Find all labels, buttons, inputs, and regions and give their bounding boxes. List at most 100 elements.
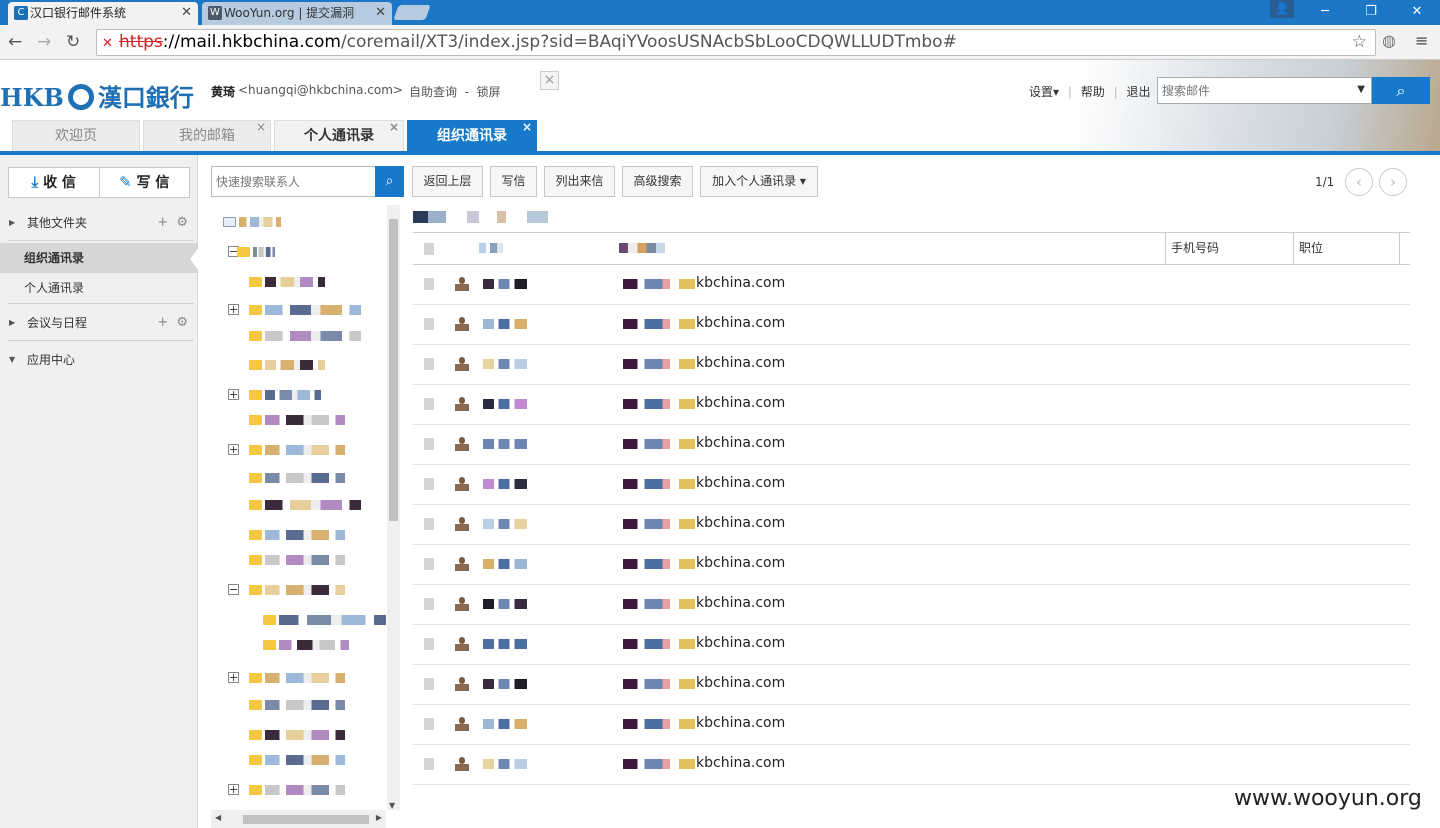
list-mail-button[interactable]: 列出来信: [544, 166, 615, 197]
tree-node-label-obscured[interactable]: [279, 615, 386, 625]
chevron-down-icon[interactable]: ▼: [1357, 84, 1365, 95]
mobile-column-header[interactable]: 手机号码: [1167, 233, 1219, 264]
table-row[interactable]: kbchina.com: [413, 545, 1410, 585]
tab-org-contacts[interactable]: 组织通讯录 ×: [407, 120, 537, 151]
row-checkbox[interactable]: [424, 318, 434, 330]
back-arrow-icon[interactable]: ←: [8, 32, 22, 52]
contact-email-domain[interactable]: kbchina.com: [696, 715, 785, 731]
maximize-icon[interactable]: ❐: [1348, 0, 1394, 25]
tab-my-mailbox[interactable]: 我的邮箱 ×: [143, 120, 271, 151]
tab-welcome[interactable]: 欢迎页: [12, 120, 140, 151]
close-icon[interactable]: ✕: [181, 2, 192, 24]
expand-icon[interactable]: +: [228, 444, 239, 455]
browser-tab-mail[interactable]: C 汉口银行邮件系统 ✕: [8, 2, 198, 25]
compose-to-button[interactable]: 写信: [490, 166, 537, 197]
contact-email-domain[interactable]: kbchina.com: [696, 675, 785, 691]
tree-node-label-obscured[interactable]: [265, 530, 345, 540]
row-checkbox[interactable]: [424, 558, 434, 570]
contact-email-domain[interactable]: kbchina.com: [696, 315, 785, 331]
row-checkbox[interactable]: [424, 478, 434, 490]
tree-node-label-obscured[interactable]: [265, 277, 325, 287]
table-row[interactable]: kbchina.com: [413, 705, 1410, 745]
address-bar[interactable]: ✕ https://mail.hkbchina.com/coremail/XT3…: [96, 29, 1376, 56]
profile-icon[interactable]: 👤: [1270, 0, 1294, 18]
browser-tab-wooyun[interactable]: W WooYun.org | 提交漏洞 ✕: [202, 2, 392, 25]
tree-vertical-scrollbar[interactable]: ▼: [387, 205, 400, 810]
tree-node-label-obscured[interactable]: [279, 640, 349, 650]
table-row[interactable]: kbchina.com: [413, 625, 1410, 665]
tree-node-label-obscured[interactable]: [265, 785, 345, 795]
table-row[interactable]: kbchina.com: [413, 385, 1410, 425]
mail-search-button[interactable]: ⌕: [1372, 77, 1430, 104]
contact-email-domain[interactable]: kbchina.com: [696, 555, 785, 571]
help-link[interactable]: 帮助: [1081, 85, 1105, 99]
tree-node-label-obscured[interactable]: [239, 217, 281, 227]
expand-icon[interactable]: +: [228, 304, 239, 315]
sidebar-item-app-center[interactable]: ▼ 应用中心: [0, 345, 198, 375]
new-tab-button[interactable]: [393, 5, 431, 20]
table-row[interactable]: kbchina.com: [413, 585, 1410, 625]
expand-icon[interactable]: +: [228, 784, 239, 795]
scrollbar-thumb[interactable]: [243, 815, 369, 824]
sidebar-item-org-contacts[interactable]: 组织通讯录: [0, 243, 198, 273]
forward-arrow-icon[interactable]: →: [37, 32, 51, 52]
row-checkbox[interactable]: [424, 638, 434, 650]
tree-node-label-obscured[interactable]: [253, 247, 275, 257]
scroll-right-icon[interactable]: ▶: [376, 813, 382, 822]
contact-email-domain[interactable]: kbchina.com: [696, 635, 785, 651]
row-checkbox[interactable]: [424, 598, 434, 610]
row-checkbox[interactable]: [424, 718, 434, 730]
table-row[interactable]: kbchina.com: [413, 505, 1410, 545]
contact-email-domain[interactable]: kbchina.com: [696, 355, 785, 371]
scrollbar-thumb[interactable]: [389, 219, 398, 521]
globe-icon[interactable]: ◍: [1382, 31, 1396, 50]
table-row[interactable]: kbchina.com: [413, 345, 1410, 385]
next-page-icon[interactable]: ›: [1379, 168, 1407, 196]
close-icon[interactable]: ✕: [375, 2, 386, 24]
logout-link[interactable]: 退出: [1126, 85, 1150, 99]
tree-node-label-obscured[interactable]: [265, 730, 345, 740]
scroll-left-icon[interactable]: ◀: [215, 813, 221, 822]
close-window-icon[interactable]: ✕: [1394, 0, 1440, 25]
close-all-tabs-icon[interactable]: ×: [540, 71, 559, 90]
close-icon[interactable]: ×: [256, 112, 266, 143]
close-icon[interactable]: ×: [389, 112, 399, 143]
compose-button[interactable]: ✎ 写 信: [100, 168, 190, 197]
add-settings-icons[interactable]: + ⚙: [157, 308, 188, 338]
tree-node-label-obscured[interactable]: [265, 755, 345, 765]
tree-node-label-obscured[interactable]: [265, 331, 361, 341]
expand-icon[interactable]: +: [228, 672, 239, 683]
advanced-search-button[interactable]: 高级搜索: [622, 166, 693, 197]
close-icon[interactable]: ×: [522, 112, 532, 143]
tree-node-label-obscured[interactable]: [265, 415, 345, 425]
contact-email-domain[interactable]: kbchina.com: [696, 395, 785, 411]
row-checkbox[interactable]: [424, 278, 434, 290]
sidebar-item-personal-contacts[interactable]: 个人通讯录: [0, 273, 198, 303]
table-row[interactable]: kbchina.com: [413, 745, 1410, 785]
tree-node-label-obscured[interactable]: [265, 445, 345, 455]
email-column-header[interactable]: [619, 243, 665, 253]
self-service-links[interactable]: 自助查询 - 锁屏: [409, 83, 501, 100]
row-checkbox[interactable]: [424, 438, 434, 450]
minimize-icon[interactable]: ─: [1302, 0, 1348, 25]
table-row[interactable]: kbchina.com: [413, 425, 1410, 465]
name-column-header[interactable]: [479, 243, 503, 253]
sidebar-item-calendar[interactable]: ▶ 会议与日程 + ⚙: [0, 308, 198, 338]
tree-node-label-obscured[interactable]: [265, 360, 325, 370]
contact-email-domain[interactable]: kbchina.com: [696, 475, 785, 491]
quick-search-button[interactable]: ⌕: [375, 166, 404, 197]
bookmark-star-icon[interactable]: ☆: [1352, 30, 1367, 55]
table-row[interactable]: kbchina.com: [413, 265, 1410, 305]
row-checkbox[interactable]: [424, 678, 434, 690]
table-row[interactable]: kbchina.com: [413, 305, 1410, 345]
contact-email-domain[interactable]: kbchina.com: [696, 515, 785, 531]
tree-node-label-obscured[interactable]: [265, 585, 345, 595]
tree-node-label-obscured[interactable]: [265, 390, 321, 400]
sidebar-item-other-folders[interactable]: ▶ 其他文件夹 + ⚙: [0, 208, 198, 238]
add-settings-icons[interactable]: + ⚙: [157, 208, 188, 238]
tree-node-label-obscured[interactable]: [265, 305, 361, 315]
tree-node-label-obscured[interactable]: [265, 500, 361, 510]
row-checkbox[interactable]: [424, 518, 434, 530]
scroll-down-icon[interactable]: ▼: [389, 801, 395, 810]
reload-icon[interactable]: ↻: [66, 32, 80, 52]
